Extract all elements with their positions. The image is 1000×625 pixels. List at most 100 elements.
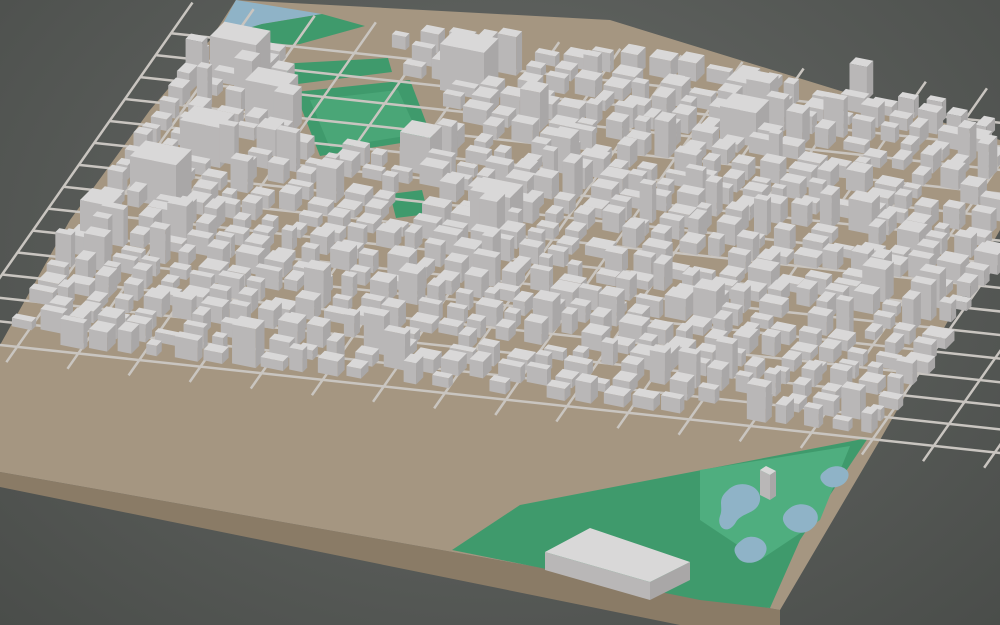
building <box>546 379 571 401</box>
building-wall <box>281 229 293 251</box>
building-wall <box>931 279 937 321</box>
building-wall <box>241 88 246 113</box>
building-wall <box>639 182 653 224</box>
building <box>880 120 900 143</box>
building-wall <box>495 252 501 288</box>
building <box>852 113 876 141</box>
building-wall <box>775 403 787 425</box>
building-wall <box>956 280 971 298</box>
building-wall <box>279 191 295 212</box>
building-wall <box>652 181 657 224</box>
building-wall <box>117 329 132 354</box>
building-wall <box>146 343 157 357</box>
building <box>489 375 511 395</box>
building-wall <box>880 125 896 143</box>
building <box>601 336 618 366</box>
building-wall <box>89 328 108 352</box>
building-wall <box>654 119 669 159</box>
building <box>230 152 254 194</box>
building-wall <box>791 202 808 227</box>
building-wall <box>575 380 591 404</box>
building-wall <box>939 301 952 323</box>
building-wall <box>940 166 959 191</box>
building <box>639 178 657 224</box>
building <box>861 406 878 434</box>
building <box>442 89 465 110</box>
building <box>279 184 303 212</box>
building <box>602 204 626 234</box>
building-wall <box>172 296 192 321</box>
building <box>236 120 259 141</box>
building <box>376 222 402 250</box>
building-wall <box>247 156 254 194</box>
building-wall <box>497 33 517 76</box>
building-wall <box>814 126 829 149</box>
building-wall <box>969 122 977 165</box>
building-wall <box>977 142 989 180</box>
building-wall <box>60 318 84 350</box>
building <box>819 184 840 230</box>
building-wall <box>469 359 484 379</box>
building-wall <box>664 294 686 321</box>
building <box>203 343 229 365</box>
building <box>574 69 603 98</box>
building <box>761 328 781 357</box>
building <box>661 391 685 414</box>
building-wall <box>524 320 542 346</box>
building <box>649 344 671 385</box>
building-wall <box>495 325 509 342</box>
building-wall <box>766 196 772 236</box>
building <box>822 243 844 271</box>
building-wall <box>403 360 417 385</box>
building-wall <box>231 233 235 259</box>
building <box>632 388 661 411</box>
building <box>708 231 725 258</box>
building-wall <box>796 286 810 307</box>
building <box>316 157 345 204</box>
building <box>117 321 140 354</box>
building-wall <box>278 267 283 291</box>
building <box>853 283 881 315</box>
building-wall <box>732 338 738 379</box>
building-wall <box>323 263 332 309</box>
monument-side-right <box>770 471 776 500</box>
building-wall <box>696 350 701 389</box>
building-wall <box>302 345 308 373</box>
building-wall <box>649 350 665 385</box>
building <box>391 30 410 51</box>
building-wall <box>753 198 767 236</box>
map-viewport[interactable] <box>0 0 1000 625</box>
building <box>939 296 957 323</box>
building-wall <box>123 205 128 248</box>
building <box>791 197 813 227</box>
building <box>281 224 298 251</box>
building-wall <box>912 359 918 386</box>
building-wall <box>330 248 350 272</box>
building-wall <box>861 412 872 434</box>
building-wall <box>129 232 144 249</box>
building-wall <box>383 330 405 371</box>
building <box>845 161 874 194</box>
building-wall <box>391 34 406 51</box>
building-wall <box>841 386 861 420</box>
building-wall <box>761 334 775 357</box>
building <box>654 111 677 159</box>
building <box>664 286 695 321</box>
building-wall <box>804 406 819 429</box>
building <box>89 320 116 352</box>
city-model-scene[interactable] <box>0 0 1000 625</box>
building <box>698 382 720 404</box>
building <box>561 306 578 335</box>
building-wall <box>341 274 353 298</box>
building <box>341 270 358 298</box>
building-wall <box>622 226 637 249</box>
building <box>317 350 345 377</box>
building <box>330 240 357 272</box>
building-wall <box>267 161 284 184</box>
building <box>653 254 673 292</box>
building-wall <box>848 198 872 235</box>
building <box>526 361 551 386</box>
building <box>575 372 598 404</box>
building-wall <box>716 177 723 217</box>
building-wall <box>232 324 256 369</box>
